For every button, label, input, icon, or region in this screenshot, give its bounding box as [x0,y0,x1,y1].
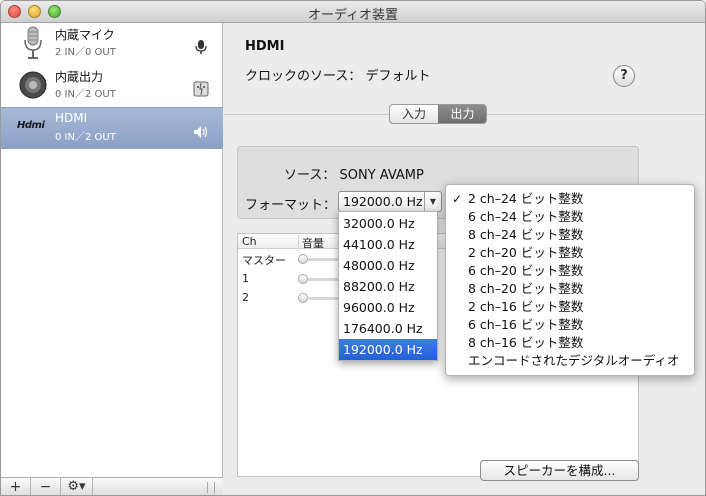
column-header-volume[interactable]: 音量 [298,235,324,251]
menu-item-format[interactable]: 8 ch–20 ビット整数 [446,280,694,298]
microphone-small-icon [195,40,207,54]
device-name: 内蔵出力 [55,70,104,84]
menu-item-format[interactable]: 8 ch–16 ビット整数 [446,334,694,352]
device-item-hdmi[interactable]: Hdmi HDMI 0 IN／2 OUT [1,107,223,149]
device-title: HDMI [245,39,285,54]
sample-rate-value: 192000.0 Hz [343,194,423,209]
volume-slider-knob[interactable] [298,254,308,264]
resize-grip-icon[interactable] [207,482,215,493]
audio-devices-window: オーディオ装置 内蔵マイク 2 IN／0 OUT 内蔵出力 0 IN／2 OUT… [0,0,706,496]
finder-icon [193,81,209,97]
tab-input[interactable]: 入力 [390,105,438,123]
bit-format-menu: ✓ 2 ch–24 ビット整数 6 ch–24 ビット整数 8 ch–24 ビッ… [445,184,695,376]
speaker-volume-icon [194,126,208,138]
menu-item-label: 2 ch–24 ビット整数 [468,191,584,206]
source-label: ソース： SONY AVAMP [284,168,424,183]
menu-item-format[interactable]: 2 ch–16 ビット整数 [446,298,694,316]
device-name: 内蔵マイク [55,28,115,42]
menu-item-44100[interactable]: 44100.0 Hz [339,234,437,255]
channel-name: 2 [242,291,249,304]
sample-rate-popup[interactable]: 192000.0 Hz ▼ [338,191,442,212]
gear-menu-button[interactable]: ⚙▾ [61,478,93,495]
menu-item-96000[interactable]: 96000.0 Hz [339,297,437,318]
checkmark-icon: ✓ [452,192,463,206]
device-io: 0 IN／2 OUT [55,132,116,143]
speaker-icon [19,71,47,99]
device-list: 内蔵マイク 2 IN／0 OUT 内蔵出力 0 IN／2 OUT Hdmi HD… [1,23,223,495]
menu-item-32000[interactable]: 32000.0 Hz [339,213,437,234]
menu-item-format[interactable]: 2 ch–20 ビット整数 [446,244,694,262]
tab-output[interactable]: 出力 [438,105,486,123]
menu-item-format[interactable]: 6 ch–24 ビット整数 [446,208,694,226]
device-list-toolbar: + − ⚙▾ [1,477,223,495]
hdmi-logo-icon: Hdmi [17,120,45,131]
menu-item-176400[interactable]: 176400.0 Hz [339,318,437,339]
device-io: 0 IN／2 OUT [55,89,116,100]
help-button[interactable]: ? [613,65,635,87]
microphone-icon [24,26,42,59]
window-title: オーディオ装置 [307,8,399,23]
menu-item-format[interactable]: エンコードされたデジタルオーディオ [446,352,694,370]
menu-item-192000[interactable]: 192000.0 Hz [339,339,437,360]
clock-source-label: クロックのソース： デフォルト [245,69,431,84]
channel-name: 1 [242,272,249,285]
device-name: HDMI [55,111,88,125]
device-item-built-in-mic[interactable]: 内蔵マイク 2 IN／0 OUT [1,23,223,65]
menu-item-format[interactable]: 6 ch–16 ビット整数 [446,316,694,334]
device-item-built-in-output[interactable]: 内蔵出力 0 IN／2 OUT [1,65,223,107]
sample-rate-menu: 32000.0 Hz 44100.0 Hz 48000.0 Hz 88200.0… [338,211,438,361]
remove-device-button[interactable]: − [31,478,61,495]
menu-item-format[interactable]: 8 ch–24 ビット整数 [446,226,694,244]
configure-speakers-button[interactable]: スピーカーを構成... [480,460,639,481]
menu-item-format[interactable]: ✓ 2 ch–24 ビット整数 [446,190,694,208]
chevron-down-icon[interactable]: ▼ [424,192,441,211]
volume-slider-knob[interactable] [298,274,308,284]
volume-slider-knob[interactable] [298,293,308,303]
menu-item-format[interactable]: 6 ch–20 ビット整数 [446,262,694,280]
format-label: フォーマット： [245,198,337,213]
menu-item-48000[interactable]: 48000.0 Hz [339,255,437,276]
column-header-ch[interactable]: Ch [242,235,257,248]
title-bar[interactable]: オーディオ装置 [1,1,705,23]
io-segmented-control: 入力 出力 [389,104,487,124]
device-io: 2 IN／0 OUT [55,47,116,58]
add-device-button[interactable]: + [1,478,31,495]
channel-name: マスター [242,254,286,267]
menu-item-88200[interactable]: 88200.0 Hz [339,276,437,297]
